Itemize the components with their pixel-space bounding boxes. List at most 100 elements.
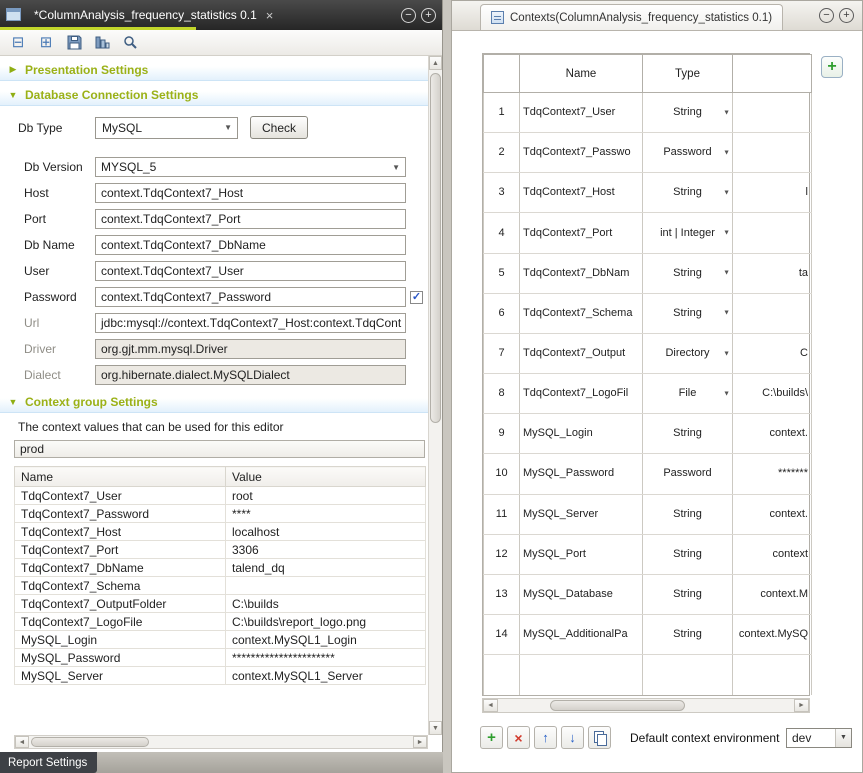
table-row[interactable]: TdqContext7_Schema bbox=[15, 577, 426, 595]
cell-context-value[interactable]: context.MySQL1_Login bbox=[226, 631, 426, 649]
table-row[interactable]: TdqContext7_Password **** bbox=[15, 505, 426, 523]
table-row[interactable]: 7 TdqContext7_Output Directory ▼ C bbox=[484, 333, 812, 373]
cell-variable-value[interactable]: context.MySQ bbox=[733, 615, 812, 655]
move-up-button[interactable]: ↑ bbox=[534, 726, 557, 749]
section-expanded-icon[interactable]: ▼ bbox=[8, 90, 18, 100]
table-row[interactable]: 5 TdqContext7_DbNam String ▼ ta bbox=[484, 253, 812, 293]
cell-variable-value[interactable]: context bbox=[733, 534, 812, 574]
cell-context-name[interactable]: MySQL_Login bbox=[15, 631, 226, 649]
table-row[interactable]: 10 MySQL_Password Password ▼ ******* bbox=[484, 454, 812, 494]
cell-variable-type[interactable]: Password ▼ bbox=[643, 133, 733, 173]
chevron-down-icon[interactable]: ▼ bbox=[723, 346, 730, 361]
scrollbar-thumb[interactable] bbox=[31, 737, 149, 747]
cell-variable-value[interactable] bbox=[733, 133, 812, 173]
cell-variable-name[interactable]: TdqContext7_Passwo bbox=[520, 133, 643, 173]
cell-variable-name[interactable]: TdqContext7_Output bbox=[520, 333, 643, 373]
scroll-left-icon[interactable]: ◄ bbox=[15, 736, 29, 748]
tab-report-settings[interactable]: Report Settings bbox=[0, 752, 97, 773]
cell-context-value[interactable] bbox=[226, 577, 426, 595]
table-row[interactable]: 13 MySQL_Database String ▼ context.M bbox=[484, 574, 812, 614]
save-icon[interactable] bbox=[65, 34, 83, 52]
table-row[interactable]: 2 TdqContext7_Passwo Password ▼ bbox=[484, 133, 812, 173]
cell-variable-name[interactable]: MySQL_Password bbox=[520, 454, 643, 494]
context-group-name-input[interactable]: prod bbox=[14, 440, 425, 458]
table-row[interactable]: 9 MySQL_Login String ▼ context. bbox=[484, 414, 812, 454]
field-input[interactable]: org.gjt.mm.mysql.Driver ▼ bbox=[95, 339, 406, 359]
cell-variable-value[interactable]: context. bbox=[733, 494, 812, 534]
chevron-down-icon[interactable]: ▼ bbox=[723, 226, 730, 241]
cell-variable-type[interactable]: String ▼ bbox=[643, 173, 733, 213]
chevron-down-icon[interactable]: ▼ bbox=[224, 123, 232, 132]
table-row[interactable]: TdqContext7_User root bbox=[15, 487, 426, 505]
cell-context-name[interactable]: TdqContext7_Password bbox=[15, 505, 226, 523]
table-row[interactable]: 12 MySQL_Port String ▼ context bbox=[484, 534, 812, 574]
environment-select[interactable]: dev ▼ bbox=[786, 728, 852, 748]
cell-variable-name[interactable]: MySQL_AdditionalPa bbox=[520, 615, 643, 655]
add-context-button[interactable]: + bbox=[821, 56, 843, 78]
section-expanded-icon[interactable]: ▼ bbox=[8, 397, 18, 407]
move-down-button[interactable]: ↓ bbox=[561, 726, 584, 749]
table-row[interactable]: 8 TdqContext7_LogoFil File ▼ C:\builds\ bbox=[484, 374, 812, 414]
tab-contexts[interactable]: Contexts(ColumnAnalysis_frequency_statis… bbox=[480, 4, 783, 30]
scrollbar-thumb[interactable] bbox=[430, 73, 441, 423]
password-store-checkbox[interactable]: ✓ bbox=[410, 291, 423, 304]
cell-variable-type[interactable]: String ▼ bbox=[643, 494, 733, 534]
chevron-down-icon[interactable]: ▼ bbox=[723, 145, 730, 160]
collapse-all-icon[interactable]: ⊟ bbox=[9, 34, 27, 52]
cell-variable-value[interactable]: ta bbox=[733, 253, 812, 293]
cell-context-value[interactable]: localhost bbox=[226, 523, 426, 541]
cell-variable-type[interactable]: String ▼ bbox=[643, 615, 733, 655]
field-input[interactable]: jdbc:mysql://context.TdqContext7_Host:co… bbox=[95, 313, 406, 333]
cell-context-name[interactable]: TdqContext7_Port bbox=[15, 541, 226, 559]
expand-all-icon[interactable]: ⊞ bbox=[37, 34, 55, 52]
chevron-down-icon[interactable]: ▼ bbox=[392, 163, 400, 172]
scroll-right-icon[interactable]: ► bbox=[413, 736, 427, 748]
maximize-icon[interactable]: + bbox=[421, 8, 436, 23]
cell-variable-name[interactable]: TdqContext7_LogoFil bbox=[520, 374, 643, 414]
cell-variable-type[interactable]: int | Integer ▼ bbox=[643, 213, 733, 253]
cell-context-name[interactable]: TdqContext7_OutputFolder bbox=[15, 595, 226, 613]
cell-context-name[interactable]: TdqContext7_User bbox=[15, 487, 226, 505]
table-row[interactable]: MySQL_Server context.MySQL1_Server bbox=[15, 667, 426, 685]
table-row[interactable]: 14 MySQL_AdditionalPa String ▼ context.M… bbox=[484, 615, 812, 655]
vertical-scrollbar[interactable]: ▲ ▼ bbox=[428, 56, 442, 735]
section-context-group-settings[interactable]: ▼ Context group Settings bbox=[0, 391, 429, 413]
remove-variable-button[interactable]: × bbox=[507, 726, 530, 749]
cell-variable-type[interactable]: String ▼ bbox=[643, 293, 733, 333]
cell-variable-name[interactable]: MySQL_Login bbox=[520, 414, 643, 454]
cell-variable-value[interactable]: ******* bbox=[733, 454, 812, 494]
section-presentation-settings[interactable]: ▶ Presentation Settings bbox=[0, 59, 429, 81]
tab-editor[interactable]: *ColumnAnalysis_frequency_statistics 0.1… bbox=[26, 0, 281, 30]
field-input[interactable]: context.TdqContext7_Password ▼ bbox=[95, 287, 406, 307]
cell-variable-type[interactable]: String ▼ bbox=[643, 93, 733, 133]
scrollbar-thumb[interactable] bbox=[550, 700, 685, 711]
scroll-left-icon[interactable]: ◄ bbox=[483, 699, 498, 712]
cell-variable-type[interactable]: File ▼ bbox=[643, 374, 733, 414]
cell-variable-value[interactable]: l bbox=[733, 173, 812, 213]
table-row[interactable]: TdqContext7_Host localhost bbox=[15, 523, 426, 541]
cell-context-name[interactable]: MySQL_Server bbox=[15, 667, 226, 685]
table-row[interactable]: TdqContext7_OutputFolder C:\builds bbox=[15, 595, 426, 613]
cell-context-value[interactable]: C:\builds\report_logo.png bbox=[226, 613, 426, 631]
cell-variable-name[interactable]: MySQL_Port bbox=[520, 534, 643, 574]
table-row[interactable]: 4 TdqContext7_Port int | Integer ▼ bbox=[484, 213, 812, 253]
chevron-down-icon[interactable]: ▼ bbox=[723, 386, 730, 401]
section-collapsed-icon[interactable]: ▶ bbox=[8, 64, 18, 75]
chevron-down-icon[interactable]: ▼ bbox=[723, 306, 730, 321]
generate-report-icon[interactable] bbox=[93, 34, 111, 52]
field-input[interactable]: context.TdqContext7_Port ▼ bbox=[95, 209, 406, 229]
cell-variable-value[interactable]: context. bbox=[733, 414, 812, 454]
cell-variable-value[interactable] bbox=[733, 93, 812, 133]
chevron-down-icon[interactable]: ▼ bbox=[723, 185, 730, 200]
cell-context-value[interactable]: 3306 bbox=[226, 541, 426, 559]
field-input[interactable]: context.TdqContext7_DbName ▼ bbox=[95, 235, 406, 255]
cell-variable-type[interactable]: Password ▼ bbox=[643, 454, 733, 494]
cell-variable-name[interactable]: TdqContext7_DbNam bbox=[520, 253, 643, 293]
cell-context-name[interactable]: TdqContext7_LogoFile bbox=[15, 613, 226, 631]
table-row[interactable]: MySQL_Password ********************** bbox=[15, 649, 426, 667]
maximize-icon[interactable]: + bbox=[839, 8, 854, 23]
table-row[interactable]: 6 TdqContext7_Schema String ▼ bbox=[484, 293, 812, 333]
check-connection-button[interactable]: Check bbox=[250, 116, 308, 139]
cell-context-value[interactable]: root bbox=[226, 487, 426, 505]
cell-context-name[interactable]: TdqContext7_Schema bbox=[15, 577, 226, 595]
